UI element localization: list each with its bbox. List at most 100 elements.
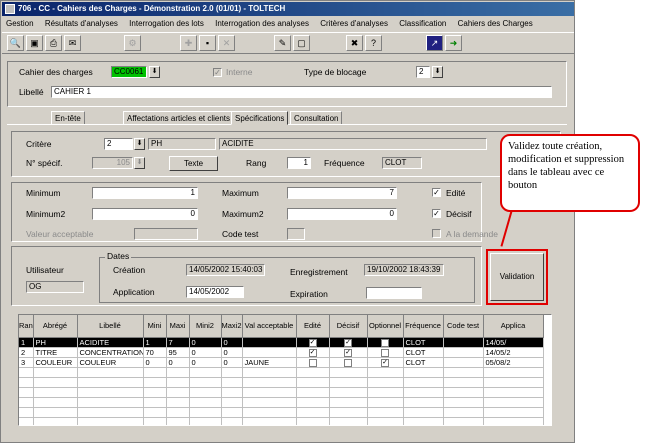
empty-cell[interactable] — [367, 377, 404, 388]
empty-cell[interactable] — [443, 387, 484, 398]
cell-appli[interactable]: 05/08/2 — [483, 357, 544, 368]
cell-val[interactable] — [242, 347, 297, 358]
mail-icon[interactable]: ✉ — [64, 35, 81, 51]
empty-cell[interactable] — [189, 367, 222, 378]
empty-cell[interactable] — [403, 397, 444, 408]
cell-maxi[interactable]: 0 — [166, 357, 190, 368]
tool-icon[interactable]: ⚙ — [124, 35, 141, 51]
empty-cell[interactable] — [403, 417, 444, 425]
expiration-field[interactable] — [366, 287, 422, 299]
empty-cell[interactable] — [329, 407, 368, 418]
tab-specifications[interactable]: Spécifications — [231, 111, 289, 125]
menu-cahiers[interactable]: Cahiers des Charges — [458, 19, 533, 28]
empty-row[interactable] — [19, 367, 544, 378]
empty-cell[interactable] — [33, 417, 78, 425]
empty-cell[interactable] — [166, 397, 190, 408]
empty-cell[interactable] — [19, 397, 34, 408]
empty-cell[interactable] — [483, 417, 544, 425]
validation-button[interactable]: Validation — [490, 253, 544, 301]
empty-cell[interactable] — [329, 377, 368, 388]
libelle-field[interactable]: CAHIER 1 — [51, 86, 552, 98]
col-code-test[interactable]: Code test — [443, 315, 484, 338]
empty-cell[interactable] — [483, 407, 544, 418]
empty-cell[interactable] — [166, 367, 190, 378]
empty-cell[interactable] — [242, 397, 297, 408]
empty-cell[interactable] — [77, 367, 144, 378]
table-row[interactable]: 1 PH ACIDITE 1 7 0 0 ✓ ✓ CLOT 14/05/ — [19, 337, 544, 348]
empty-row[interactable] — [19, 377, 544, 388]
edite-checkbox[interactable]: ✓ — [432, 188, 441, 197]
empty-cell[interactable] — [443, 407, 484, 418]
col-decisif[interactable]: Décisif — [329, 315, 368, 338]
empty-cell[interactable] — [33, 367, 78, 378]
cell-freq[interactable]: CLOT — [403, 357, 444, 368]
empty-cell[interactable] — [166, 417, 190, 425]
empty-cell[interactable] — [77, 387, 144, 398]
empty-cell[interactable] — [483, 387, 544, 398]
empty-cell[interactable] — [221, 417, 243, 425]
empty-cell[interactable] — [19, 417, 34, 425]
empty-cell[interactable] — [189, 387, 222, 398]
col-mini[interactable]: Mini — [143, 315, 167, 338]
empty-cell[interactable] — [166, 407, 190, 418]
maximum-field[interactable]: 7 — [287, 187, 397, 199]
empty-cell[interactable] — [221, 397, 243, 408]
empty-cell[interactable] — [443, 397, 484, 408]
application-field[interactable]: 14/05/2002 — [186, 286, 244, 298]
rang-field[interactable]: 1 — [287, 157, 311, 169]
cell-abrege[interactable]: COULEUR — [33, 357, 78, 368]
empty-cell[interactable] — [403, 387, 444, 398]
decisif-checkbox[interactable]: ✓ — [432, 209, 441, 218]
col-optionnel[interactable]: Optionnel — [367, 315, 404, 338]
unchecked-checkbox-icon[interactable] — [381, 338, 389, 347]
delete-icon[interactable]: ✕ — [218, 35, 235, 51]
empty-cell[interactable] — [329, 387, 368, 398]
tab-en-tete[interactable]: En-tête — [51, 111, 85, 125]
empty-cell[interactable] — [296, 417, 330, 425]
empty-cell[interactable] — [189, 417, 222, 425]
cell-mini2[interactable]: 0 — [189, 347, 222, 358]
col-maxi[interactable]: Maxi — [166, 315, 190, 338]
empty-cell[interactable] — [143, 417, 167, 425]
empty-cell[interactable] — [19, 377, 34, 388]
empty-cell[interactable] — [403, 407, 444, 418]
cell-decisif[interactable]: ✓ — [329, 347, 368, 358]
menu-interrogation-lots[interactable]: Interrogation des lots — [129, 19, 204, 28]
chart-icon[interactable]: ↗ — [426, 35, 443, 51]
cell-maxi2[interactable]: 0 — [221, 347, 243, 358]
empty-cell[interactable] — [443, 377, 484, 388]
cell-mini[interactable]: 0 — [143, 357, 167, 368]
empty-cell[interactable] — [33, 387, 78, 398]
empty-cell[interactable] — [296, 387, 330, 398]
empty-cell[interactable] — [403, 377, 444, 388]
empty-cell[interactable] — [443, 367, 484, 378]
save-icon[interactable]: ▪ — [199, 35, 216, 51]
empty-cell[interactable] — [242, 387, 297, 398]
cell-code[interactable] — [443, 357, 484, 368]
col-abrege[interactable]: Abrégé — [33, 315, 78, 338]
empty-cell[interactable] — [33, 377, 78, 388]
interne-checkbox[interactable]: ✓ — [213, 68, 222, 77]
minimum-field[interactable]: 1 — [92, 187, 198, 199]
eraser-icon[interactable]: ✎ — [274, 35, 291, 51]
empty-cell[interactable] — [242, 407, 297, 418]
cell-mini2[interactable]: 0 — [189, 357, 222, 368]
cell-val[interactable]: JAUNE — [242, 357, 297, 368]
empty-cell[interactable] — [367, 407, 404, 418]
empty-cell[interactable] — [296, 407, 330, 418]
cell-optionnel[interactable] — [367, 347, 404, 358]
critere-dropdown-icon[interactable]: ⬇ — [134, 138, 145, 150]
col-frequence[interactable]: Fréquence — [403, 315, 444, 338]
cell-edite[interactable]: ✓ — [296, 337, 330, 348]
empty-cell[interactable] — [367, 417, 404, 425]
empty-cell[interactable] — [19, 407, 34, 418]
cell-code[interactable] — [443, 337, 484, 348]
cell-decisif[interactable] — [329, 357, 368, 368]
empty-cell[interactable] — [367, 367, 404, 378]
empty-row[interactable] — [19, 417, 544, 425]
print-icon[interactable]: ⎙ — [45, 35, 62, 51]
empty-cell[interactable] — [242, 417, 297, 425]
col-application[interactable]: Applica — [483, 315, 544, 338]
unchecked-checkbox-icon[interactable] — [344, 358, 352, 367]
empty-cell[interactable] — [329, 367, 368, 378]
